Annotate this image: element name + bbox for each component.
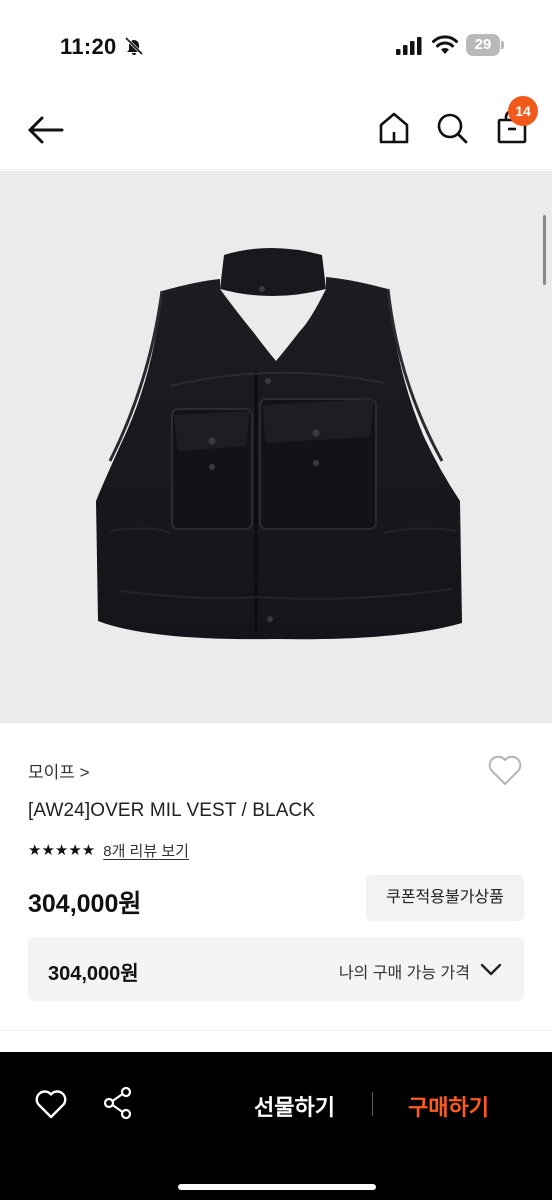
page-scrollbar[interactable] [543, 215, 546, 285]
reviews-link[interactable]: 8개 리뷰 보기 [103, 840, 189, 861]
status-bar: 11:20 29 [0, 0, 552, 90]
battery-nub [501, 41, 504, 49]
home-indicator [178, 1184, 376, 1190]
rating-row: ★★★★★ 8개 리뷰 보기 [28, 838, 189, 862]
bottom-action-bar: 선물하기 구매하기 [0, 1052, 552, 1200]
product-title: [AW24]OVER MIL VEST / BLACK [28, 800, 316, 821]
my-price-value: 304,000원 [48, 963, 139, 985]
wifi-icon [432, 35, 458, 54]
battery-indicator: 29 [466, 34, 504, 56]
coupon-unavailable-badge: 쿠폰적용불가상품 [366, 875, 524, 921]
bell-slash-icon [124, 36, 144, 56]
top-nav [0, 90, 552, 170]
battery-level: 29 [474, 36, 492, 53]
brand-link[interactable]: 모이프 > [28, 758, 90, 783]
product-image[interactable] [0, 171, 552, 723]
heart-icon[interactable] [34, 1088, 68, 1120]
star-rating: ★★★★★ [28, 842, 96, 859]
buy-button[interactable]: 구매하기 [408, 1090, 489, 1122]
product-detail-page: 11:20 29 14 모이프 > [AW24]OVER MIL VEST / … [0, 0, 552, 1200]
status-time: 11:20 [60, 34, 117, 59]
my-price-dropdown[interactable]: 304,000원 나의 구매 가능 가격 [28, 937, 524, 1001]
section-divider [0, 1030, 552, 1031]
heart-outline-icon[interactable] [486, 752, 524, 788]
product-price: 304,000원 [28, 890, 142, 918]
cart-count-badge: 14 [508, 96, 538, 126]
share-icon[interactable] [102, 1086, 134, 1120]
cellular-signal-icon [396, 37, 422, 55]
button-separator [372, 1092, 373, 1116]
search-icon[interactable] [434, 110, 470, 146]
back-arrow-icon[interactable] [26, 112, 66, 148]
chevron-down-icon [480, 963, 502, 976]
gift-button[interactable]: 선물하기 [254, 1090, 335, 1122]
my-price-label: 나의 구매 가능 가격 [338, 965, 470, 982]
home-icon[interactable] [376, 110, 412, 146]
vest-illustration [96, 248, 462, 640]
